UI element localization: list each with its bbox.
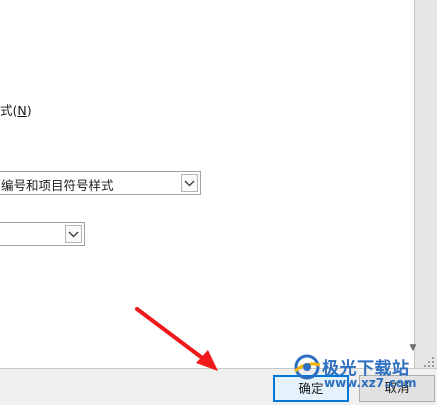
- list-style-select[interactable]: 编号和项目符号样式: [0, 171, 201, 195]
- cancel-button[interactable]: 取消: [359, 375, 435, 402]
- scrollbar-track[interactable]: [414, 0, 437, 368]
- style-label: 式(N): [0, 103, 32, 118]
- secondary-select[interactable]: [0, 222, 85, 246]
- resize-grip-icon[interactable]: [422, 355, 436, 369]
- ok-button[interactable]: 确定: [273, 375, 349, 402]
- chevron-down-icon[interactable]: [65, 225, 82, 243]
- scroll-down-icon[interactable]: ▼: [408, 343, 418, 353]
- chevron-down-icon[interactable]: [181, 174, 198, 192]
- list-style-value: 编号和项目符号样式: [1, 178, 114, 193]
